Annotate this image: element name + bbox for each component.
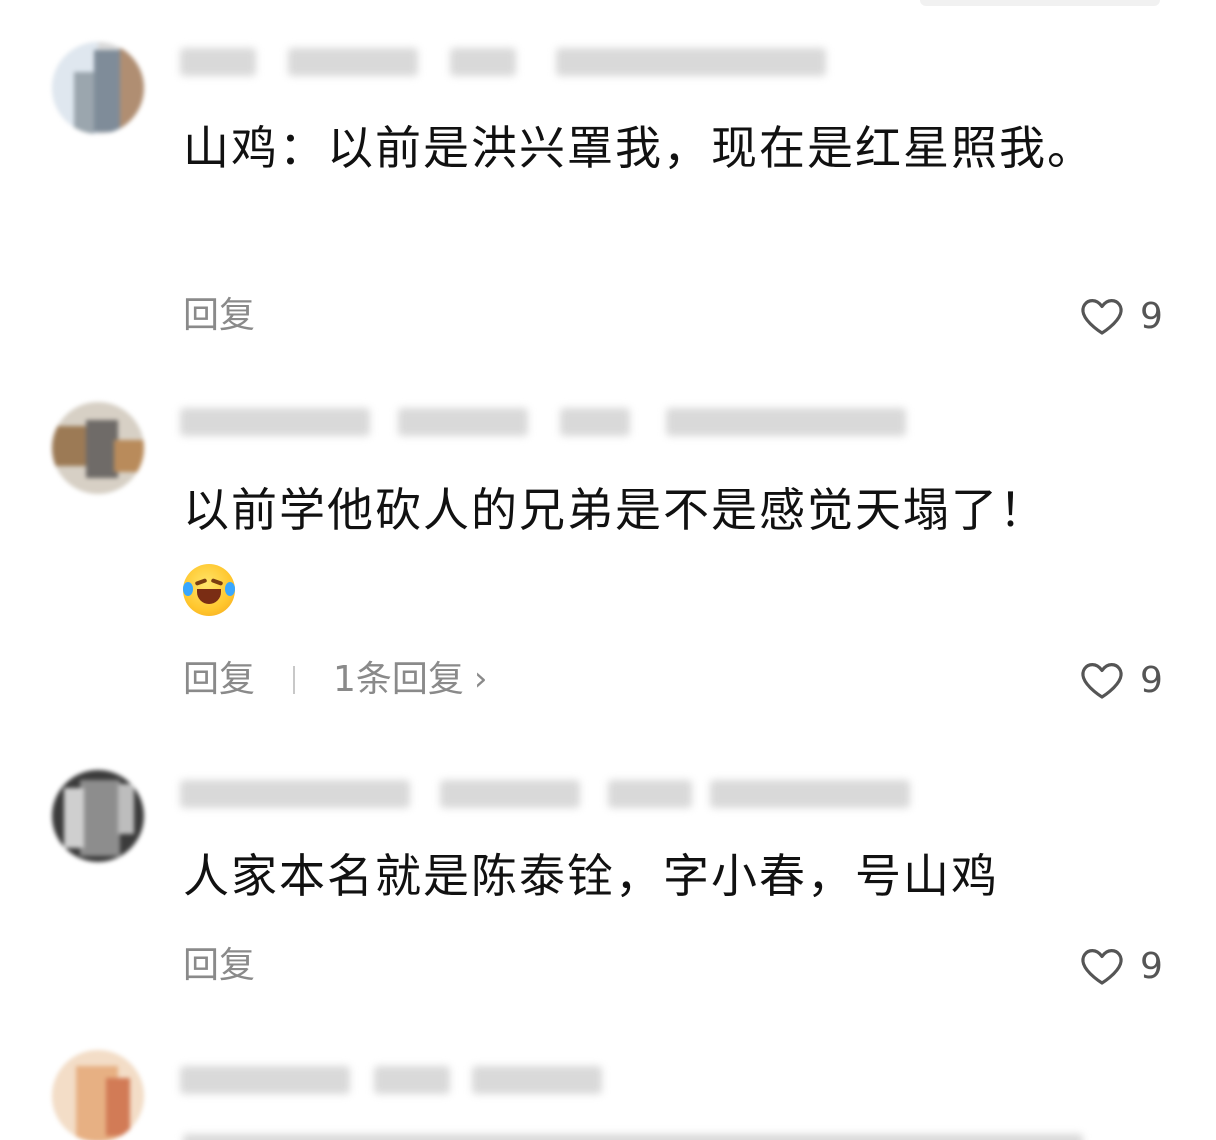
username-blurred[interactable] bbox=[180, 1058, 960, 1100]
avatar[interactable] bbox=[52, 1050, 144, 1140]
comment-item-partial bbox=[0, 0, 1216, 1140]
comment-thread: 山鸡：以前是洪兴罩我，现在是红星照我。 回复 9 以前学他砍人的兄弟是不是感觉天… bbox=[0, 0, 1216, 1140]
comment-text-cropped bbox=[183, 1118, 1113, 1140]
